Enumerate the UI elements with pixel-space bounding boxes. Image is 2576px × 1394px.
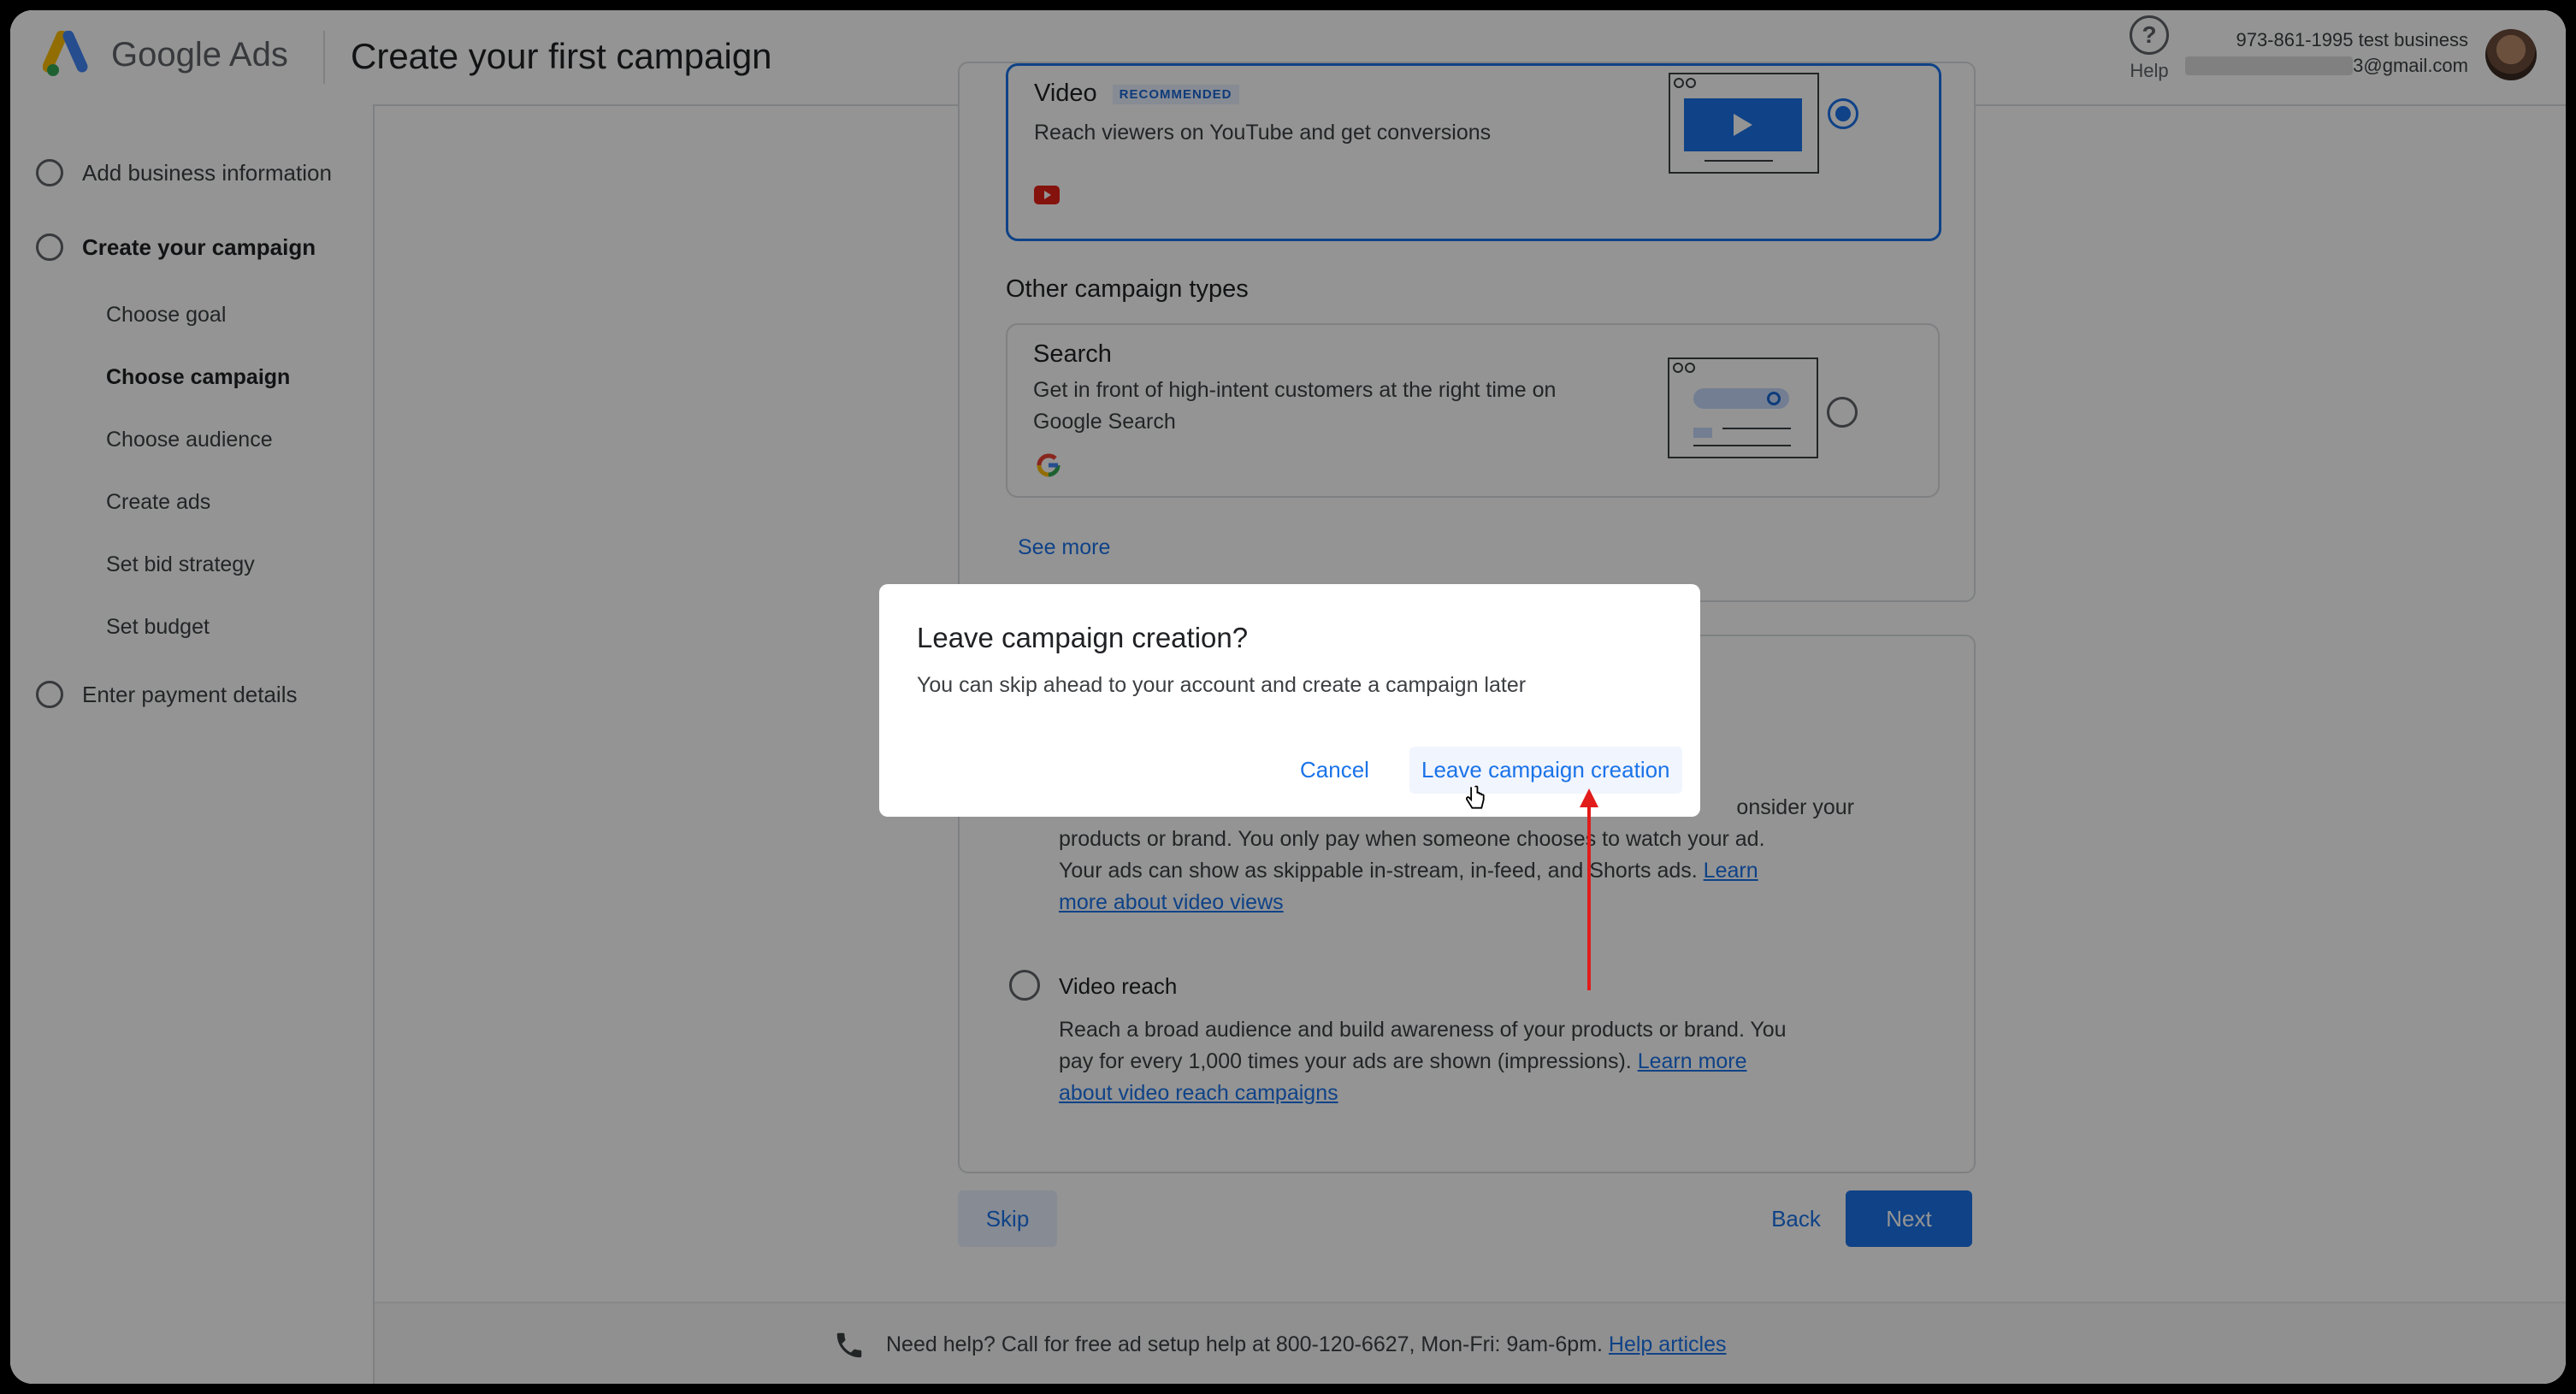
annotation-arrow-icon: [1580, 789, 1598, 990]
hand-cursor-icon: [1466, 785, 1485, 809]
app-window: Google Ads Create your first campaign ? …: [10, 10, 2566, 1384]
leave-campaign-dialog: Leave campaign creation? You can skip ah…: [879, 584, 1700, 817]
dialog-message: You can skip ahead to your account and c…: [917, 673, 1527, 697]
dialog-title: Leave campaign creation?: [917, 622, 1249, 653]
cancel-button[interactable]: Cancel: [1288, 747, 1381, 794]
leave-campaign-creation-button[interactable]: Leave campaign creation: [1409, 747, 1682, 794]
